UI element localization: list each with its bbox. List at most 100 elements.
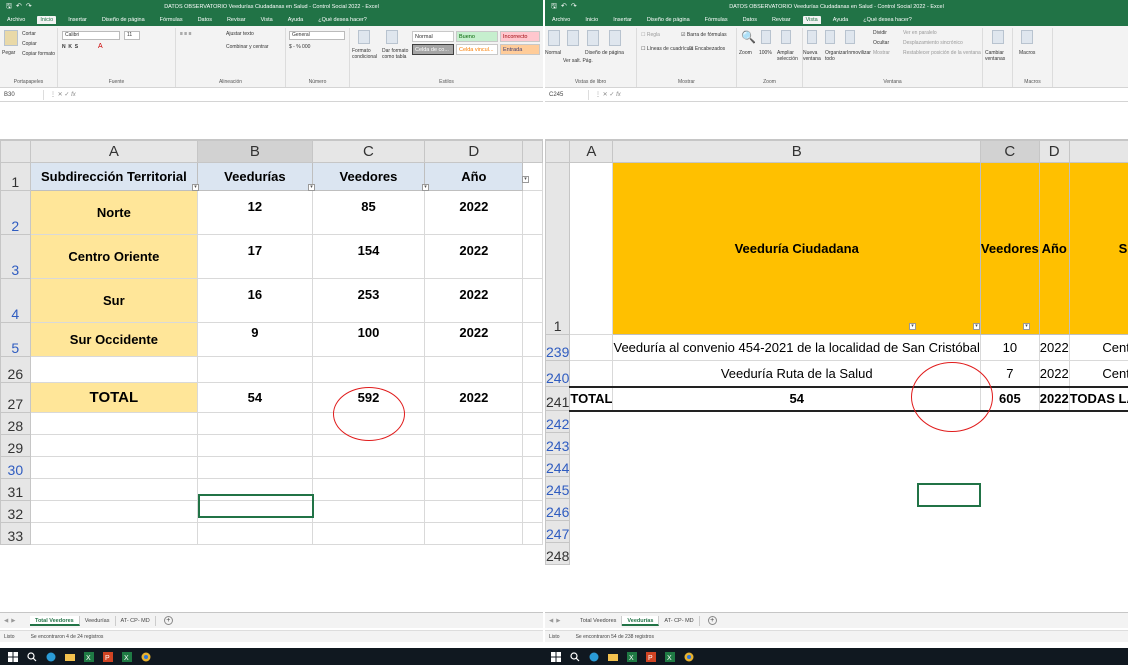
veedores-cell[interactable]: 253	[311, 278, 426, 323]
col-header-c[interactable]: C	[311, 140, 426, 163]
row-header[interactable]: 244	[545, 454, 571, 477]
row-header[interactable]: 4	[0, 278, 31, 323]
veeduria-cell[interactable]: Veeduría Ruta de la Salud	[612, 360, 981, 388]
excel-icon[interactable]: X	[84, 651, 94, 662]
cell[interactable]	[613, 411, 980, 433]
tell-me-search[interactable]: ¿Qué desea hacer?	[860, 16, 915, 24]
filter-dropdown-icon[interactable]: ▾	[973, 323, 980, 330]
cell[interactable]	[424, 356, 524, 383]
row-header[interactable]: 1	[545, 162, 571, 335]
cell[interactable]	[570, 499, 613, 521]
cell[interactable]	[424, 478, 524, 501]
veedurias-cell[interactable]: 9	[197, 322, 313, 357]
format-painter-button[interactable]: Copiar formato	[22, 51, 55, 57]
sheet-tab-total-veedores[interactable]: Total Veedores	[575, 615, 623, 626]
chrome-icon[interactable]	[141, 652, 151, 662]
cell[interactable]	[1069, 543, 1128, 565]
bold-italic-underline-buttons[interactable]: N K S	[62, 44, 78, 50]
row-header[interactable]: 30	[0, 456, 31, 479]
sheet-nav-arrows[interactable]: ◀▶	[545, 618, 575, 624]
region-cell[interactable]: Sur Occidente	[29, 322, 199, 357]
search-icon[interactable]	[27, 651, 37, 662]
cell[interactable]	[197, 478, 313, 501]
tab-datos[interactable]: Datos	[740, 16, 760, 24]
row-header[interactable]: 2	[0, 190, 31, 235]
col-header-a[interactable]: A	[29, 140, 199, 163]
formula-input[interactable]	[545, 102, 1128, 140]
anio-cell[interactable]: 2022	[424, 278, 524, 323]
header-anio[interactable]: Año	[424, 162, 524, 191]
page-layout-icon[interactable]	[587, 30, 599, 46]
sheet-tab-veedurias[interactable]: Veedurías	[80, 615, 116, 626]
region-cell[interactable]: Sur	[29, 278, 199, 323]
total-label-cell[interactable]: TOTAL	[569, 386, 614, 412]
switch-windows-button[interactable]: Cambiar ventanas	[985, 50, 1013, 62]
formula-input[interactable]	[0, 102, 543, 140]
cell[interactable]	[980, 521, 1039, 543]
total-veedurias-cell[interactable]: 54	[197, 382, 313, 413]
zoom-100-icon[interactable]	[761, 30, 771, 44]
row-header[interactable]: 33	[0, 522, 31, 545]
cell[interactable]	[311, 522, 426, 545]
edge-icon[interactable]	[46, 652, 56, 662]
veedurias-cell[interactable]: 16	[197, 278, 313, 323]
cell[interactable]	[29, 412, 199, 435]
new-window-icon[interactable]	[807, 30, 817, 44]
tab-vista[interactable]: Vista	[802, 16, 821, 24]
cell[interactable]	[424, 500, 524, 523]
conditional-format-icon[interactable]	[358, 30, 370, 44]
header-subdireccion[interactable]: Subdirección Territorial	[29, 162, 199, 191]
tab-inicio[interactable]: Inicio	[582, 16, 601, 24]
new-window-button[interactable]: Nueva ventana	[803, 50, 825, 62]
row-header[interactable]: 245	[545, 476, 571, 499]
zoom-selection-icon[interactable]	[781, 30, 791, 44]
veedores-cell[interactable]: 85	[311, 190, 426, 235]
powerpoint-icon[interactable]: P	[103, 651, 113, 662]
show-button[interactable]: Mostrar	[873, 50, 890, 56]
cell[interactable]	[522, 434, 543, 457]
cell[interactable]	[197, 356, 313, 383]
split-button[interactable]: Dividir	[873, 30, 887, 36]
tab-vista[interactable]: Vista	[258, 16, 276, 24]
file-explorer-icon[interactable]	[65, 652, 75, 662]
veedores-cell[interactable]: 10	[979, 334, 1040, 361]
filter-dropdown-icon[interactable]: ▾	[522, 176, 529, 183]
arrange-all-icon[interactable]	[825, 30, 835, 44]
cell[interactable]	[570, 433, 613, 455]
anio-cell[interactable]: 2022	[424, 322, 524, 357]
hide-button[interactable]: Ocultar	[873, 40, 889, 46]
row-header-1[interactable]: 1	[0, 162, 31, 191]
redo-icon[interactable]: ↷	[26, 2, 32, 13]
header-veeduria-ciudadana[interactable]: Veeduría Ciudadana	[612, 162, 981, 335]
style-normal[interactable]: Normal	[412, 31, 454, 42]
freeze-panes-button[interactable]: Inmovilizar	[847, 50, 871, 56]
currency-percent-icons[interactable]: $ - % 000	[289, 44, 310, 50]
tab-revisar[interactable]: Revisar	[769, 16, 794, 24]
cell[interactable]	[29, 478, 199, 501]
cell[interactable]	[197, 456, 313, 479]
filter-dropdown-icon[interactable]: ▾	[192, 184, 199, 191]
veedores-cell[interactable]: 154	[311, 234, 426, 279]
conditional-format-button[interactable]: Formato condicional	[352, 48, 380, 60]
cell[interactable]	[569, 334, 614, 361]
total-veedores-cell[interactable]: 592	[311, 382, 426, 413]
cell[interactable]	[311, 478, 426, 501]
page-break-icon[interactable]	[567, 30, 579, 46]
cell[interactable]	[613, 433, 980, 455]
row-header[interactable]: 241	[545, 386, 571, 411]
total-veedores-cell[interactable]: 605	[979, 386, 1040, 412]
cell[interactable]	[570, 521, 613, 543]
region-cell[interactable]: Centro Oriente	[29, 234, 199, 279]
total-anio-cell[interactable]: 2022	[1038, 386, 1070, 412]
row-header[interactable]: 28	[0, 412, 31, 435]
sheet-tab-at-cp-md[interactable]: AT- CP- MD	[116, 615, 156, 626]
tab-insertar[interactable]: Insertar	[610, 16, 635, 24]
cell[interactable]	[980, 433, 1039, 455]
anio-cell[interactable]: 2022	[1038, 360, 1070, 388]
style-bueno[interactable]: Bueno	[456, 31, 498, 42]
cell[interactable]	[311, 412, 426, 435]
cell[interactable]	[1039, 433, 1069, 455]
macros-icon[interactable]	[1021, 30, 1033, 44]
gridlines-checkbox[interactable]: ☐ Líneas de cuadrícula	[641, 46, 693, 52]
cell[interactable]	[311, 434, 426, 457]
